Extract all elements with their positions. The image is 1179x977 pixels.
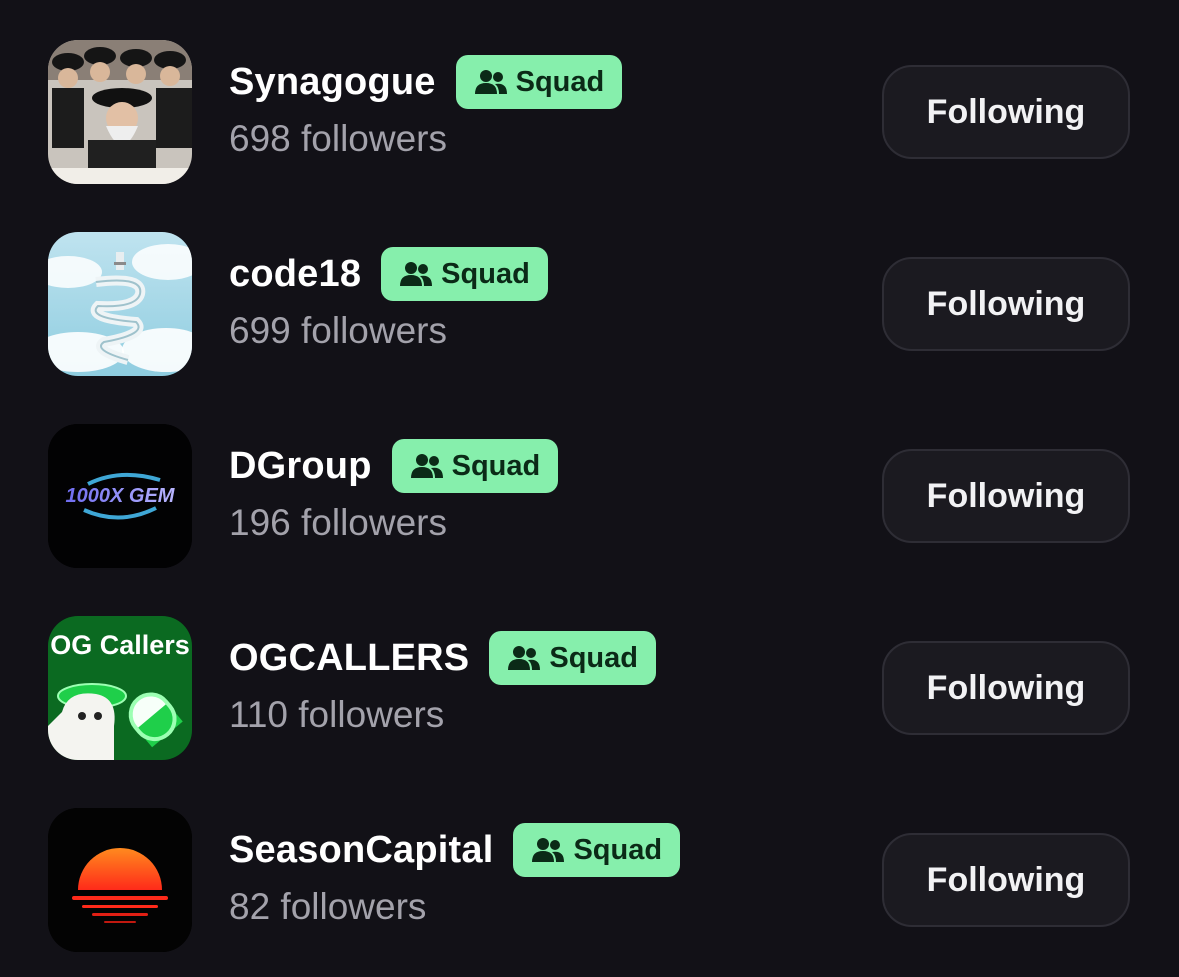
synagogue-avatar[interactable]: [48, 40, 192, 184]
list-item[interactable]: 1000X GEM DGroup Squad 196 followers Fol…: [0, 384, 1179, 576]
badge-label: Squad: [441, 257, 530, 290]
seasoncapital-avatar[interactable]: [48, 808, 192, 952]
badge-label: Squad: [451, 449, 541, 482]
ogcallers-avatar[interactable]: OG Callers: [48, 616, 192, 760]
following-button[interactable]: Following: [882, 833, 1130, 927]
squad-list: Synagogue Squad 698 followers Following: [0, 0, 1179, 977]
users-icon: [474, 70, 507, 94]
following-button[interactable]: Following: [882, 449, 1130, 543]
name-line: DGroup Squad: [229, 438, 559, 494]
squad-badge: Squad: [391, 439, 559, 493]
name-line: Synagogue Squad: [229, 54, 623, 110]
list-item[interactable]: OG Callers OGCALLERS Squad 110 followers…: [0, 576, 1179, 768]
squad-badge: Squad: [489, 631, 656, 685]
squad-name[interactable]: SeasonCapital: [229, 829, 493, 872]
users-icon: [532, 838, 565, 862]
name-line: SeasonCapital Squad: [229, 822, 681, 878]
badge-label: Squad: [573, 833, 663, 866]
follower-count: 196 followers: [229, 502, 448, 543]
squad-name[interactable]: DGroup: [229, 445, 372, 488]
code18-avatar[interactable]: [48, 232, 192, 376]
squad-badge: Squad: [381, 247, 548, 301]
badge-label: Squad: [515, 65, 605, 98]
list-item[interactable]: Synagogue Squad 698 followers Following: [0, 0, 1179, 192]
follower-count: 110 followers: [229, 694, 445, 735]
squad-name[interactable]: OGCALLERS: [229, 637, 469, 680]
list-item[interactable]: SeasonCapital Squad 82 followers Followi…: [0, 768, 1179, 960]
users-icon: [508, 646, 541, 670]
squad-badge: Squad: [513, 823, 681, 877]
squad-name[interactable]: Synagogue: [229, 61, 436, 104]
users-icon: [410, 454, 443, 478]
name-line: code18 Squad: [229, 246, 548, 302]
following-button[interactable]: Following: [882, 65, 1130, 159]
badge-label: Squad: [549, 641, 638, 674]
name-line: OGCALLERS Squad: [229, 630, 656, 686]
follower-count: 82 followers: [229, 886, 427, 927]
following-button[interactable]: Following: [882, 257, 1130, 351]
squad-badge: Squad: [455, 55, 623, 109]
avatar-text: OG Callers: [50, 630, 190, 660]
follower-count: 698 followers: [229, 118, 448, 159]
following-button[interactable]: Following: [882, 641, 1130, 735]
squad-name[interactable]: code18: [229, 253, 361, 296]
follower-count: 699 followers: [229, 310, 448, 351]
users-icon: [400, 262, 433, 286]
avatar-text: 1000X GEM: [66, 485, 176, 507]
dgroup-avatar[interactable]: 1000X GEM: [48, 424, 192, 568]
list-item[interactable]: code18 Squad 699 followers Following: [0, 192, 1179, 384]
